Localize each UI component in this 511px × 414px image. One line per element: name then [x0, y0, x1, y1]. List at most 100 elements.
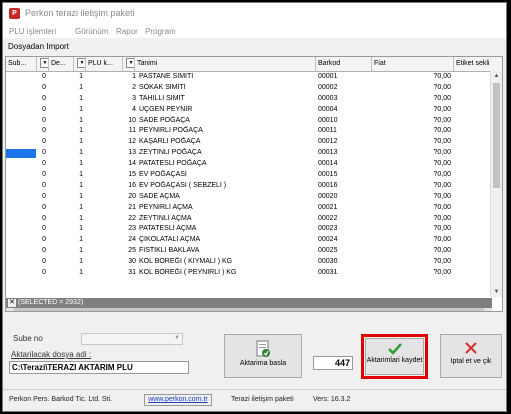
table-row[interactable]: 0 1 12 KAŞARLI POĞAÇA 00012 ?0,00	[6, 137, 492, 148]
cancel-exit-button[interactable]: Iptal et ve çik	[440, 334, 502, 378]
website-link[interactable]: www.perkon.com.tr	[144, 394, 212, 406]
cell-sube[interactable]: 0	[6, 126, 49, 137]
cell-sube[interactable]: 0	[6, 94, 49, 105]
cell-sube[interactable]: 0	[6, 148, 49, 159]
cell-barkod[interactable]: 00003	[318, 94, 372, 105]
cell-tanimi[interactable]: PASTANE SİMİTİ	[139, 72, 316, 83]
cell-de[interactable]: 1	[49, 170, 86, 181]
table-row[interactable]: 0 1 2 SOKAK SİMİTİ 00002 ?0,00	[6, 83, 492, 94]
cell-fiat[interactable]: ?0,00	[372, 203, 454, 214]
cell-plu[interactable]: 10	[86, 116, 139, 127]
cell-barkod[interactable]: 00011	[318, 126, 372, 137]
vertical-scrollbar[interactable]: ▲ ▼	[490, 71, 502, 297]
cell-fiat[interactable]: ?0,00	[372, 268, 454, 279]
cell-fiat[interactable]: ?0,00	[372, 235, 454, 246]
cell-tanimi[interactable]: KAŞARLI POĞAÇA	[139, 137, 316, 148]
scroll-thumb[interactable]	[493, 83, 500, 188]
cell-sube[interactable]: 0	[6, 105, 49, 116]
cell-fiat[interactable]: ?0,00	[372, 214, 454, 225]
cell-de[interactable]: 1	[49, 159, 86, 170]
cell-tanimi[interactable]: PEYNİRLİ AÇMA	[139, 203, 316, 214]
table-row[interactable]: 0 1 31 KOL BÖREĞİ ( PEYNİRLİ ) KG 00031 ?0,00	[6, 268, 492, 279]
cell-barkod[interactable]: 00010	[318, 116, 372, 127]
cell-fiat[interactable]: ?0,00	[372, 192, 454, 203]
cell-tanimi[interactable]: PATATESLİ POĞAÇA	[139, 159, 316, 170]
cell-de[interactable]: 1	[49, 116, 86, 127]
cell-fiat[interactable]: ?0,00	[372, 126, 454, 137]
cell-barkod[interactable]: 00024	[318, 235, 372, 246]
col-header-sube[interactable]: Sub...	[6, 57, 37, 71]
cell-plu[interactable]: 11	[86, 126, 139, 137]
cell-de[interactable]: 1	[49, 203, 86, 214]
table-row[interactable]: 0 1 11 PEYNİRLİ POĞAÇA 00011 ?0,00	[6, 126, 492, 137]
menu-plu-islemleri[interactable]: PLU işlemleri	[9, 27, 56, 36]
cell-fiat[interactable]: ?0,00	[372, 246, 454, 257]
table-row[interactable]: 0 1 23 PATATESLİ AÇMA 00023 ?0,00	[6, 224, 492, 235]
col-header-etiket[interactable]: Etiket sekli	[454, 57, 502, 71]
cell-sube[interactable]: 0	[6, 214, 49, 225]
cell-sube[interactable]: 0	[6, 246, 49, 257]
cell-de[interactable]: 1	[49, 126, 86, 137]
cell-de[interactable]: 1	[49, 94, 86, 105]
cell-barkod[interactable]: 00013	[318, 148, 372, 159]
scroll-down-icon[interactable]: ▼	[491, 287, 502, 297]
table-row[interactable]: 0 1 22 ZEYTİNLİ AÇMA 00022 ?0,00	[6, 214, 492, 225]
table-row[interactable]: 0 1 4 ÜÇGEN PEYNİR 00004 ?0,00	[6, 105, 492, 116]
cell-plu[interactable]: 4	[86, 105, 139, 116]
menu-rapor[interactable]: Rapor	[116, 27, 138, 36]
cell-sube[interactable]: 0	[6, 203, 49, 214]
cell-sube[interactable]: 0	[6, 83, 49, 94]
cell-de[interactable]: 1	[49, 214, 86, 225]
table-row[interactable]: 0 1 16 EV POĞAÇASI ( SEBZELİ ) 00016 ?0,00	[6, 181, 492, 192]
cell-tanimi[interactable]: EV POĞAÇASI ( SEBZELİ )	[139, 181, 316, 192]
table-row[interactable]: 0 1 1 PASTANE SİMİTİ 00001 ?0,00	[6, 72, 492, 83]
col-header-barkod[interactable]: Barkod	[316, 57, 372, 71]
cell-plu[interactable]: 20	[86, 192, 139, 203]
cell-de[interactable]: 1	[49, 83, 86, 94]
path-field[interactable]: C:\Terazi\TERAZI AKTARIM PLU	[9, 361, 189, 374]
cell-tanimi[interactable]: PEYNİRLİ POĞAÇA	[139, 126, 316, 137]
cell-de[interactable]: 1	[49, 192, 86, 203]
cell-fiat[interactable]: ?0,00	[372, 224, 454, 235]
col-filter-plu[interactable]: ▼	[123, 57, 135, 71]
table-row[interactable]: 0 1 13 ZEYTİNLİ POĞAÇA 00013 ?0,00	[6, 148, 492, 159]
cell-sube[interactable]: 0	[6, 235, 49, 246]
table-row[interactable]: 0 1 3 TAHILLI SİMİT 00003 ?0,00	[6, 94, 492, 105]
col-filter-de[interactable]: ▼	[74, 57, 86, 71]
cell-tanimi[interactable]: SADE POĞAÇA	[139, 116, 316, 127]
cell-plu[interactable]: 23	[86, 224, 139, 235]
cell-plu[interactable]: 13	[86, 148, 139, 159]
table-row[interactable]: 0 1 14 PATATESLİ POĞAÇA 00014 ?0,00	[6, 159, 492, 170]
cell-tanimi[interactable]: KOL BÖREĞİ ( PEYNİRLİ ) KG	[139, 268, 316, 279]
menu-gorunum[interactable]: Görünüm	[75, 27, 108, 36]
cell-tanimi[interactable]: ÜÇGEN PEYNİR	[139, 105, 316, 116]
table-row[interactable]: 0 1 30 KOL BÖREĞİ ( KIYMALI ) KG 00030 ?0,00	[6, 257, 492, 268]
cell-plu[interactable]: 31	[86, 268, 139, 279]
cell-plu[interactable]: 16	[86, 181, 139, 192]
horizontal-scrollbar[interactable]	[6, 308, 492, 311]
cell-barkod[interactable]: 00022	[318, 214, 372, 225]
cell-tanimi[interactable]: EV POĞAÇASI	[139, 170, 316, 181]
cell-barkod[interactable]: 00025	[318, 246, 372, 257]
plu-grid[interactable]: Sub... ▼ De... ▼ PLU k... ▼ Tanimi Barko…	[5, 56, 503, 312]
cell-sube[interactable]: 0	[6, 257, 49, 268]
menu-program[interactable]: Program	[145, 27, 176, 36]
cell-barkod[interactable]: 00031	[318, 268, 372, 279]
cell-fiat[interactable]: ?0,00	[372, 94, 454, 105]
cell-barkod[interactable]: 00014	[318, 159, 372, 170]
cell-sube[interactable]: 0	[6, 268, 49, 279]
cell-sube[interactable]: 0	[6, 159, 49, 170]
cell-sube[interactable]: 0	[6, 72, 49, 83]
cell-barkod[interactable]: 00015	[318, 170, 372, 181]
cell-tanimi[interactable]: ZEYTİNLİ AÇMA	[139, 214, 316, 225]
cell-plu[interactable]: 2	[86, 83, 139, 94]
cell-tanimi[interactable]: SADE AÇMA	[139, 192, 316, 203]
table-row[interactable]: 0 1 20 SADE AÇMA 00020 ?0,00	[6, 192, 492, 203]
cell-tanimi[interactable]: KOL BÖREĞİ ( KIYMALI ) KG	[139, 257, 316, 268]
cell-de[interactable]: 1	[49, 148, 86, 159]
cell-fiat[interactable]: ?0,00	[372, 170, 454, 181]
table-row[interactable]: 0 1 21 PEYNİRLİ AÇMA 00021 ?0,00	[6, 203, 492, 214]
cell-barkod[interactable]: 00016	[318, 181, 372, 192]
cell-plu[interactable]: 12	[86, 137, 139, 148]
cell-barkod[interactable]: 00012	[318, 137, 372, 148]
